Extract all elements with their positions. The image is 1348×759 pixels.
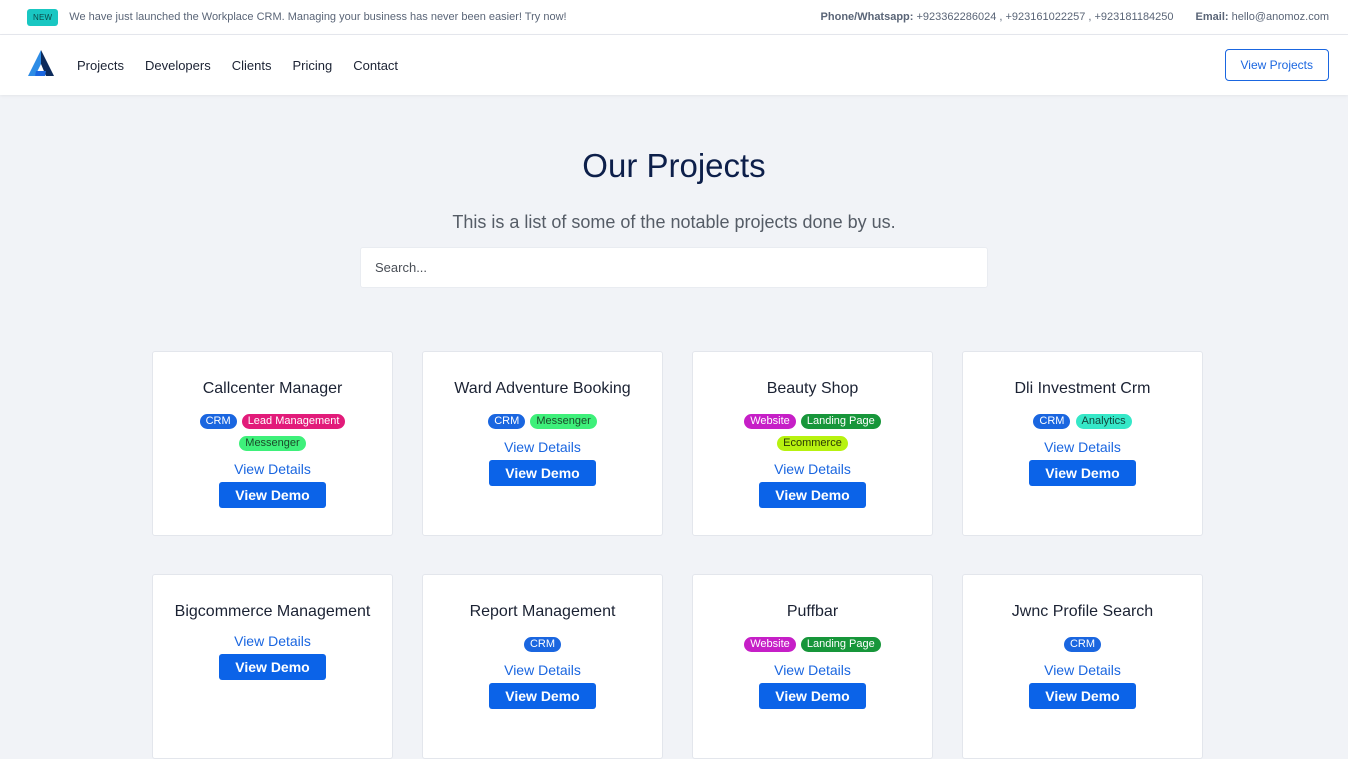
phone-label: Phone/Whatsapp: [820,11,914,23]
announcement-bar: NEW We have just launched the Workplace … [0,0,1348,35]
view-demo-button[interactable]: View Demo [219,482,326,508]
tag-badge: Lead Management [241,414,346,429]
email-info: Email: hello@anomoz.com [1196,11,1329,23]
project-title: Report Management [469,603,616,620]
projects-grid: Callcenter Manager CRM Lead Management Me… [152,351,1204,759]
project-card: Jwnc Profile Search CRM View Details View … [962,574,1203,759]
project-title: Beauty Shop [766,380,859,397]
project-card: Bigcommerce Management View Details View D… [152,574,393,759]
tag-badge: Landing Page [800,414,881,429]
project-tags: CRM Analytics [963,410,1202,432]
tag-badge: Website [744,637,796,652]
phone-numbers[interactable]: +923362286024 , +923161022257 , +9231811… [917,11,1174,23]
view-projects-button[interactable]: View Projects [1224,49,1329,81]
project-card: Ward Adventure Booking CRM Messenger View… [422,351,663,536]
tag-badge: Analytics [1075,414,1132,429]
phone-info: Phone/Whatsapp: +923362286024 , +9231610… [821,11,1174,23]
project-title: Jwnc Profile Search [1011,603,1154,620]
nav-item-contact[interactable]: Contact [353,58,398,73]
page-subtitle: This is a list of some of the notable pr… [452,212,896,232]
project-title: Bigcommerce Management [174,603,371,620]
email-label: Email: [1195,11,1229,23]
email-address[interactable]: hello@anomoz.com [1232,11,1329,23]
view-details-link[interactable]: View Details [693,662,932,678]
project-title: Dli Investment Crm [1014,380,1151,397]
nav-item-pricing[interactable]: Pricing [292,58,332,73]
logo-icon[interactable] [27,49,55,82]
view-details-link[interactable]: View Details [963,439,1202,455]
project-tags: CRM [423,633,662,655]
new-badge: NEW [27,8,59,26]
view-demo-button[interactable]: View Demo [219,654,326,680]
project-tags: CRM Lead Management Messenger [153,410,392,454]
view-details-link[interactable]: View Details [153,461,392,477]
nav-item-developers[interactable]: Developers [145,58,211,73]
tag-badge: Website [744,414,796,429]
view-details-link[interactable]: View Details [693,461,932,477]
view-demo-button[interactable]: View Demo [489,683,596,709]
view-demo-button[interactable]: View Demo [759,482,866,508]
tag-badge: CRM [199,414,237,429]
tag-badge: Messenger [530,414,597,429]
project-tags: Website Landing Page [693,633,932,655]
project-card: Dli Investment Crm CRM Analytics View Det… [962,351,1203,536]
project-title: Puffbar [786,603,839,620]
view-demo-button[interactable]: View Demo [1029,683,1136,709]
contact-info: Phone/Whatsapp: +923362286024 , +9231610… [821,11,1329,23]
page-title: Our Projects [582,147,766,184]
view-details-link[interactable]: View Details [423,662,662,678]
tag-badge: Messenger [239,436,306,451]
tag-badge: CRM [523,637,562,652]
view-details-link[interactable]: View Details [423,439,662,455]
view-demo-button[interactable]: View Demo [489,460,596,486]
project-title: Ward Adventure Booking [454,380,631,397]
view-details-link[interactable]: View Details [963,662,1202,678]
project-tags: CRM Messenger [423,410,662,432]
project-card: Callcenter Manager CRM Lead Management Me… [152,351,393,536]
main-nav: Projects Developers Clients Pricing Cont… [0,35,1348,95]
brand: Projects Developers Clients Pricing Cont… [27,49,398,82]
search-input[interactable] [360,247,988,288]
tag-badge: Landing Page [800,637,881,652]
view-details-link[interactable]: View Details [153,633,392,649]
tag-badge: CRM [1033,414,1071,429]
project-title: Callcenter Manager [202,380,343,397]
announcement: NEW We have just launched the Workplace … [27,8,567,26]
tag-badge: Ecommerce [777,436,848,451]
project-card: Beauty Shop Website Landing Page Ecommerc… [692,351,933,536]
nav-item-clients[interactable]: Clients [232,58,272,73]
tag-badge: CRM [488,414,526,429]
project-tags: CRM [963,633,1202,655]
view-demo-button[interactable]: View Demo [1029,460,1136,486]
nav-menu: Projects Developers Clients Pricing Cont… [77,58,398,73]
nav-item-projects[interactable]: Projects [77,58,124,73]
hero: Our Projects This is a list of some of t… [0,147,1348,288]
project-card: Report Management CRM View Details View De… [422,574,663,759]
project-card: Puffbar Website Landing Page View Details… [692,574,933,759]
view-demo-button[interactable]: View Demo [759,683,866,709]
announcement-text[interactable]: We have just launched the Workplace CRM.… [69,11,566,23]
tag-badge: CRM [1063,637,1102,652]
project-tags: Website Landing Page Ecommerce [693,410,932,454]
